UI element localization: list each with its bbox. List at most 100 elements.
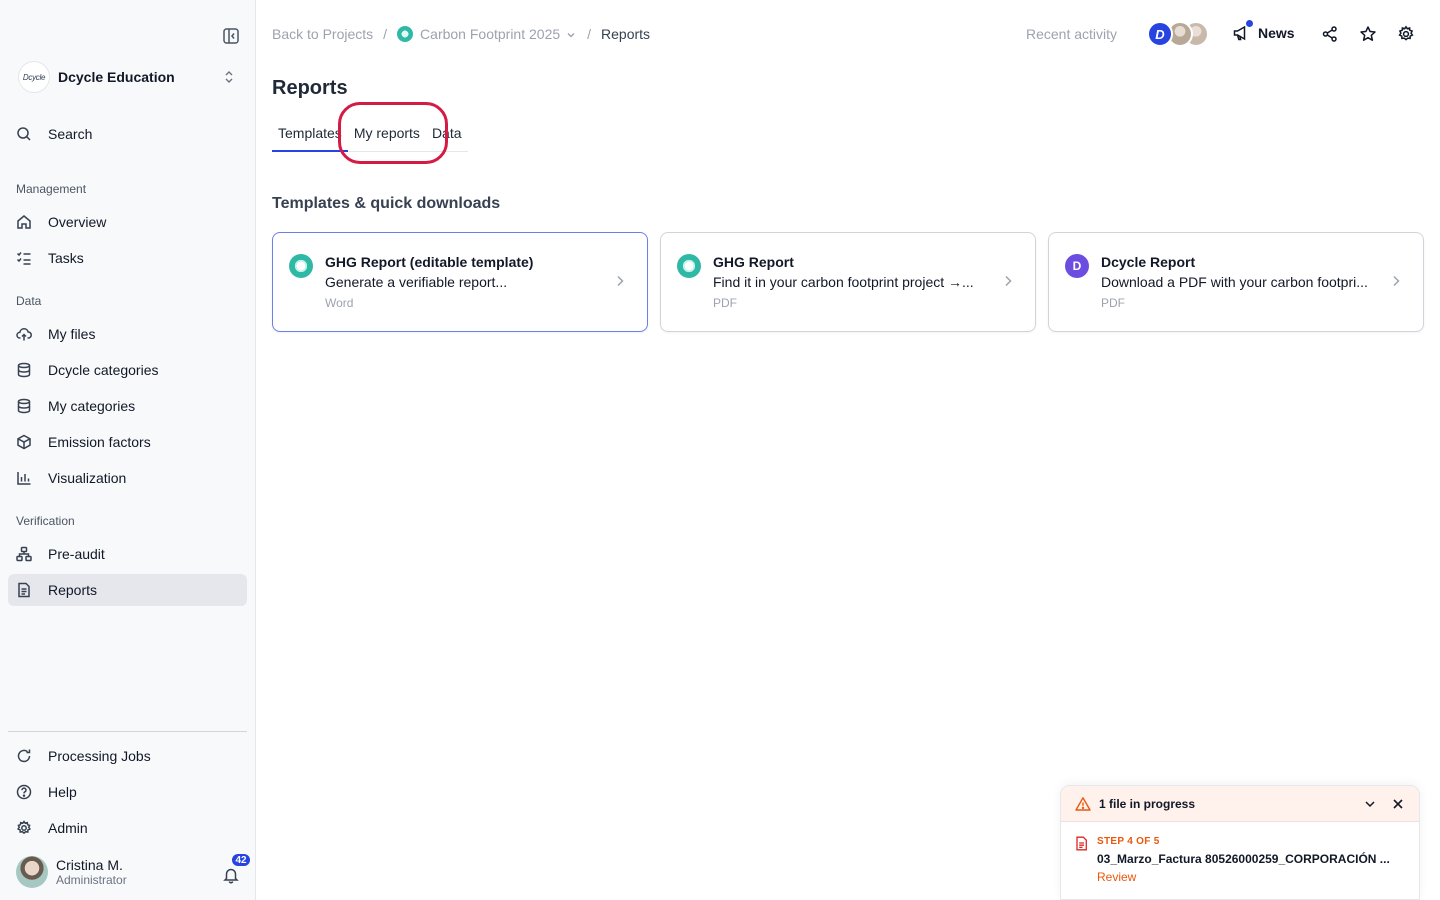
close-icon[interactable] — [1391, 797, 1405, 811]
tab-templates[interactable]: Templates — [272, 120, 348, 152]
sidebar-item-emission-factors[interactable]: Emission factors — [8, 426, 247, 458]
dcycle-logo-icon: D — [1065, 254, 1089, 278]
sidebar-item-help[interactable]: Help — [8, 776, 247, 808]
database-icon — [16, 398, 32, 414]
help-circle-icon — [16, 784, 32, 800]
sidebar-collapse-icon[interactable] — [222, 27, 240, 45]
star-icon[interactable] — [1359, 25, 1377, 43]
breadcrumb-separator: / — [587, 26, 592, 42]
teal-circle-icon — [289, 254, 313, 278]
card-description: Generate a verifiable report... — [325, 274, 508, 290]
gear-icon[interactable] — [1397, 25, 1415, 43]
breadcrumb-back-link[interactable]: Back to Projects — [272, 26, 373, 42]
sidebar: Dcycle Dcycle Education Search Managemen… — [0, 0, 256, 900]
sidebar-item-label: Tasks — [48, 250, 84, 266]
home-icon — [16, 214, 32, 230]
progress-step: STEP 4 OF 5 — [1097, 836, 1160, 847]
document-icon — [16, 582, 32, 598]
org-switcher[interactable]: Dcycle Dcycle Education — [18, 60, 240, 94]
page-title: Reports — [272, 77, 348, 99]
chevron-right-icon — [613, 274, 627, 288]
collaborator-avatars[interactable]: D — [1147, 21, 1209, 47]
news-button[interactable]: News — [1232, 20, 1295, 42]
section-label-data: Data — [16, 294, 42, 308]
recent-activity-link[interactable]: Recent activity — [1026, 26, 1117, 42]
progress-item: STEP 4 OF 5 03_Marzo_Factura 80526000259… — [1061, 822, 1419, 884]
avatar — [16, 856, 48, 888]
chevron-up-down-icon — [222, 70, 236, 84]
card-title: GHG Report — [713, 254, 794, 270]
news-label: News — [1258, 25, 1295, 41]
sidebar-divider — [8, 731, 247, 732]
progress-title: 1 file in progress — [1099, 796, 1196, 811]
gear-icon — [16, 820, 32, 836]
sidebar-item-admin[interactable]: Admin — [8, 812, 247, 844]
sidebar-item-label: Help — [48, 784, 77, 800]
sidebar-item-label: Search — [48, 126, 93, 142]
cube-icon — [16, 434, 32, 450]
sidebar-item-label: Pre-audit — [48, 546, 105, 562]
review-link[interactable]: Review — [1097, 870, 1405, 884]
file-progress-panel: 1 file in progress STEP 4 OF 5 03_Marzo_… — [1060, 785, 1420, 900]
chevron-right-icon — [1001, 274, 1015, 288]
tab-my-reports[interactable]: My reports — [348, 120, 426, 152]
sidebar-item-my-files[interactable]: My files — [8, 318, 247, 350]
search-icon — [16, 126, 32, 142]
progress-file-name: 03_Marzo_Factura 80526000259_CORPORACIÓN… — [1097, 852, 1390, 866]
card-format: Word — [325, 296, 354, 310]
sidebar-item-processing-jobs[interactable]: Processing Jobs — [8, 740, 247, 772]
sidebar-item-overview[interactable]: Overview — [8, 206, 247, 238]
sidebar-item-search[interactable]: Search — [8, 118, 247, 150]
sidebar-item-my-categories[interactable]: My categories — [8, 390, 247, 422]
breadcrumb-current: Reports — [601, 26, 651, 42]
tasks-icon — [16, 250, 32, 266]
progress-header: 1 file in progress — [1061, 786, 1419, 822]
breadcrumb: Back to Projects / Carbon Footprint 2025… — [272, 24, 650, 44]
database-icon — [16, 362, 32, 378]
user-name: Cristina M. — [56, 857, 123, 873]
breadcrumb-project[interactable]: Carbon Footprint 2025 — [420, 26, 560, 42]
card-format: PDF — [713, 296, 737, 310]
share-icon[interactable] — [1321, 25, 1339, 43]
tab-data[interactable]: Data — [426, 120, 468, 152]
sidebar-item-pre-audit[interactable]: Pre-audit — [8, 538, 247, 570]
user-role: Administrator — [56, 873, 127, 887]
sidebar-item-tasks[interactable]: Tasks — [8, 242, 247, 274]
chevron-right-icon — [1389, 274, 1403, 288]
teal-circle-icon — [677, 254, 701, 278]
sidebar-item-label: Admin — [48, 820, 88, 836]
upload-cloud-icon — [16, 326, 32, 342]
report-card-dcycle[interactable]: D Dcycle Report Download a PDF with your… — [1048, 232, 1424, 332]
sidebar-item-reports[interactable]: Reports — [8, 574, 247, 606]
card-description: Download a PDF with your carbon footpri.… — [1101, 274, 1368, 290]
sidebar-item-label: Overview — [48, 214, 107, 230]
sidebar-item-dcycle-categories[interactable]: Dcycle categories — [8, 354, 247, 386]
user-profile[interactable]: Cristina M. Administrator 42 — [16, 852, 252, 889]
card-title: Dcycle Report — [1101, 254, 1196, 270]
bell-icon[interactable]: 42 — [222, 852, 252, 884]
section-label-management: Management — [16, 182, 87, 196]
warning-icon — [1075, 796, 1091, 812]
card-format: PDF — [1101, 296, 1125, 310]
news-dot — [1246, 20, 1253, 27]
project-icon — [397, 26, 414, 42]
sidebar-item-label: Reports — [48, 582, 98, 598]
chevron-down-icon[interactable] — [1363, 797, 1377, 811]
refresh-icon — [16, 748, 32, 764]
tab-bar: Templates My reports Data — [272, 120, 468, 152]
sidebar-item-visualization[interactable]: Visualization — [8, 462, 247, 494]
report-card-ghg-editable[interactable]: GHG Report (editable template) Generate … — [272, 232, 648, 332]
sidebar-item-label: My categories — [48, 398, 136, 414]
card-description: Find it in your carbon footprint project… — [713, 274, 974, 290]
bar-chart-icon — [16, 470, 32, 486]
report-card-ghg[interactable]: GHG Report Find it in your carbon footpr… — [660, 232, 1036, 332]
org-name: Dcycle Education — [58, 69, 175, 85]
card-title: GHG Report (editable template) — [325, 254, 534, 270]
sidebar-item-label: Emission factors — [48, 434, 151, 450]
notification-badge: 42 — [230, 852, 252, 868]
file-pdf-icon — [1074, 836, 1089, 851]
breadcrumb-separator: / — [383, 26, 388, 42]
sidebar-item-label: Dcycle categories — [48, 362, 159, 378]
section-label-verification: Verification — [16, 514, 75, 528]
chevron-down-icon[interactable] — [565, 28, 577, 40]
